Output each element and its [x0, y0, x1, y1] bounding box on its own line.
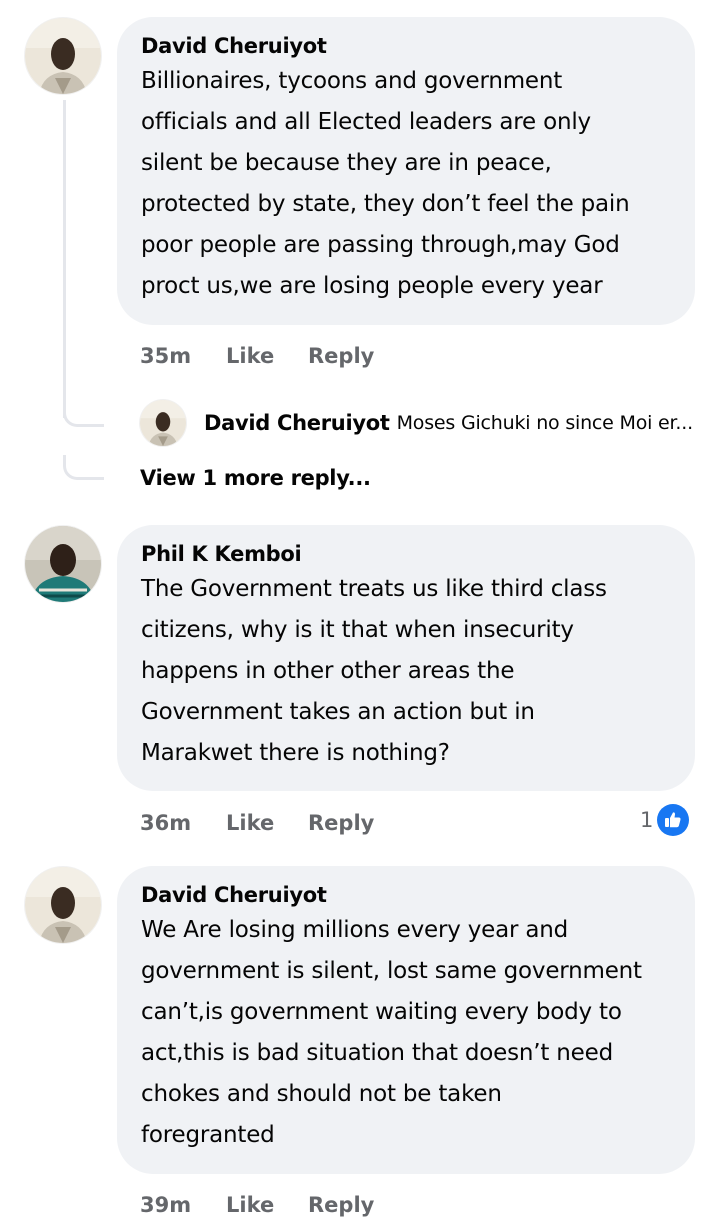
reaction-summary[interactable]: 1 [640, 804, 690, 836]
reply-author[interactable]: David Cheruiyot [204, 411, 390, 435]
reaction-count: 1 [640, 808, 654, 832]
comment-author[interactable]: David Cheruiyot [141, 31, 671, 61]
view-more-replies-link[interactable]: View 1 more reply... [140, 466, 371, 490]
comment-time[interactable]: 36m [140, 811, 226, 835]
reply-text: Moses Gichuki no since Moi er... [396, 412, 694, 434]
thread-line [63, 100, 66, 418]
reply-button[interactable]: Reply [308, 344, 374, 368]
reply-button[interactable]: Reply [308, 1193, 374, 1217]
avatar[interactable] [25, 526, 101, 602]
comment-bubble: Phil K Kemboi The Government treats us l… [117, 525, 695, 791]
comment-author[interactable]: Phil K Kemboi [141, 539, 671, 569]
comment-actions: 35m Like Reply [140, 341, 374, 371]
comment-actions: 39m Like Reply [140, 1190, 374, 1220]
comment-time[interactable]: 39m [140, 1193, 226, 1217]
thread-connector [63, 455, 104, 480]
avatar[interactable] [140, 400, 186, 446]
reply-button[interactable]: Reply [308, 811, 374, 835]
avatar[interactable] [25, 867, 101, 943]
comment-author[interactable]: David Cheruiyot [141, 880, 671, 910]
like-button[interactable]: Like [226, 1193, 308, 1217]
comment-text: We Are losing millions every year and go… [141, 917, 642, 1148]
comment-bubble: David Cheruiyot Billionaires, tycoons an… [117, 17, 695, 325]
thread-connector [63, 402, 104, 427]
like-thumbs-up-icon [657, 804, 690, 836]
comment-text: The Government treats us like third clas… [141, 576, 607, 766]
comment-actions: 36m Like Reply [140, 808, 374, 838]
avatar[interactable] [25, 18, 101, 94]
reply-preview[interactable]: David Cheruiyot Moses Gichuki no since M… [140, 398, 693, 448]
comment-text: Billionaires, tycoons and government off… [141, 68, 630, 299]
comment-bubble: David Cheruiyot We Are losing millions e… [117, 866, 695, 1174]
like-button[interactable]: Like [226, 811, 308, 835]
comment-time[interactable]: 35m [140, 344, 226, 368]
like-button[interactable]: Like [226, 344, 308, 368]
